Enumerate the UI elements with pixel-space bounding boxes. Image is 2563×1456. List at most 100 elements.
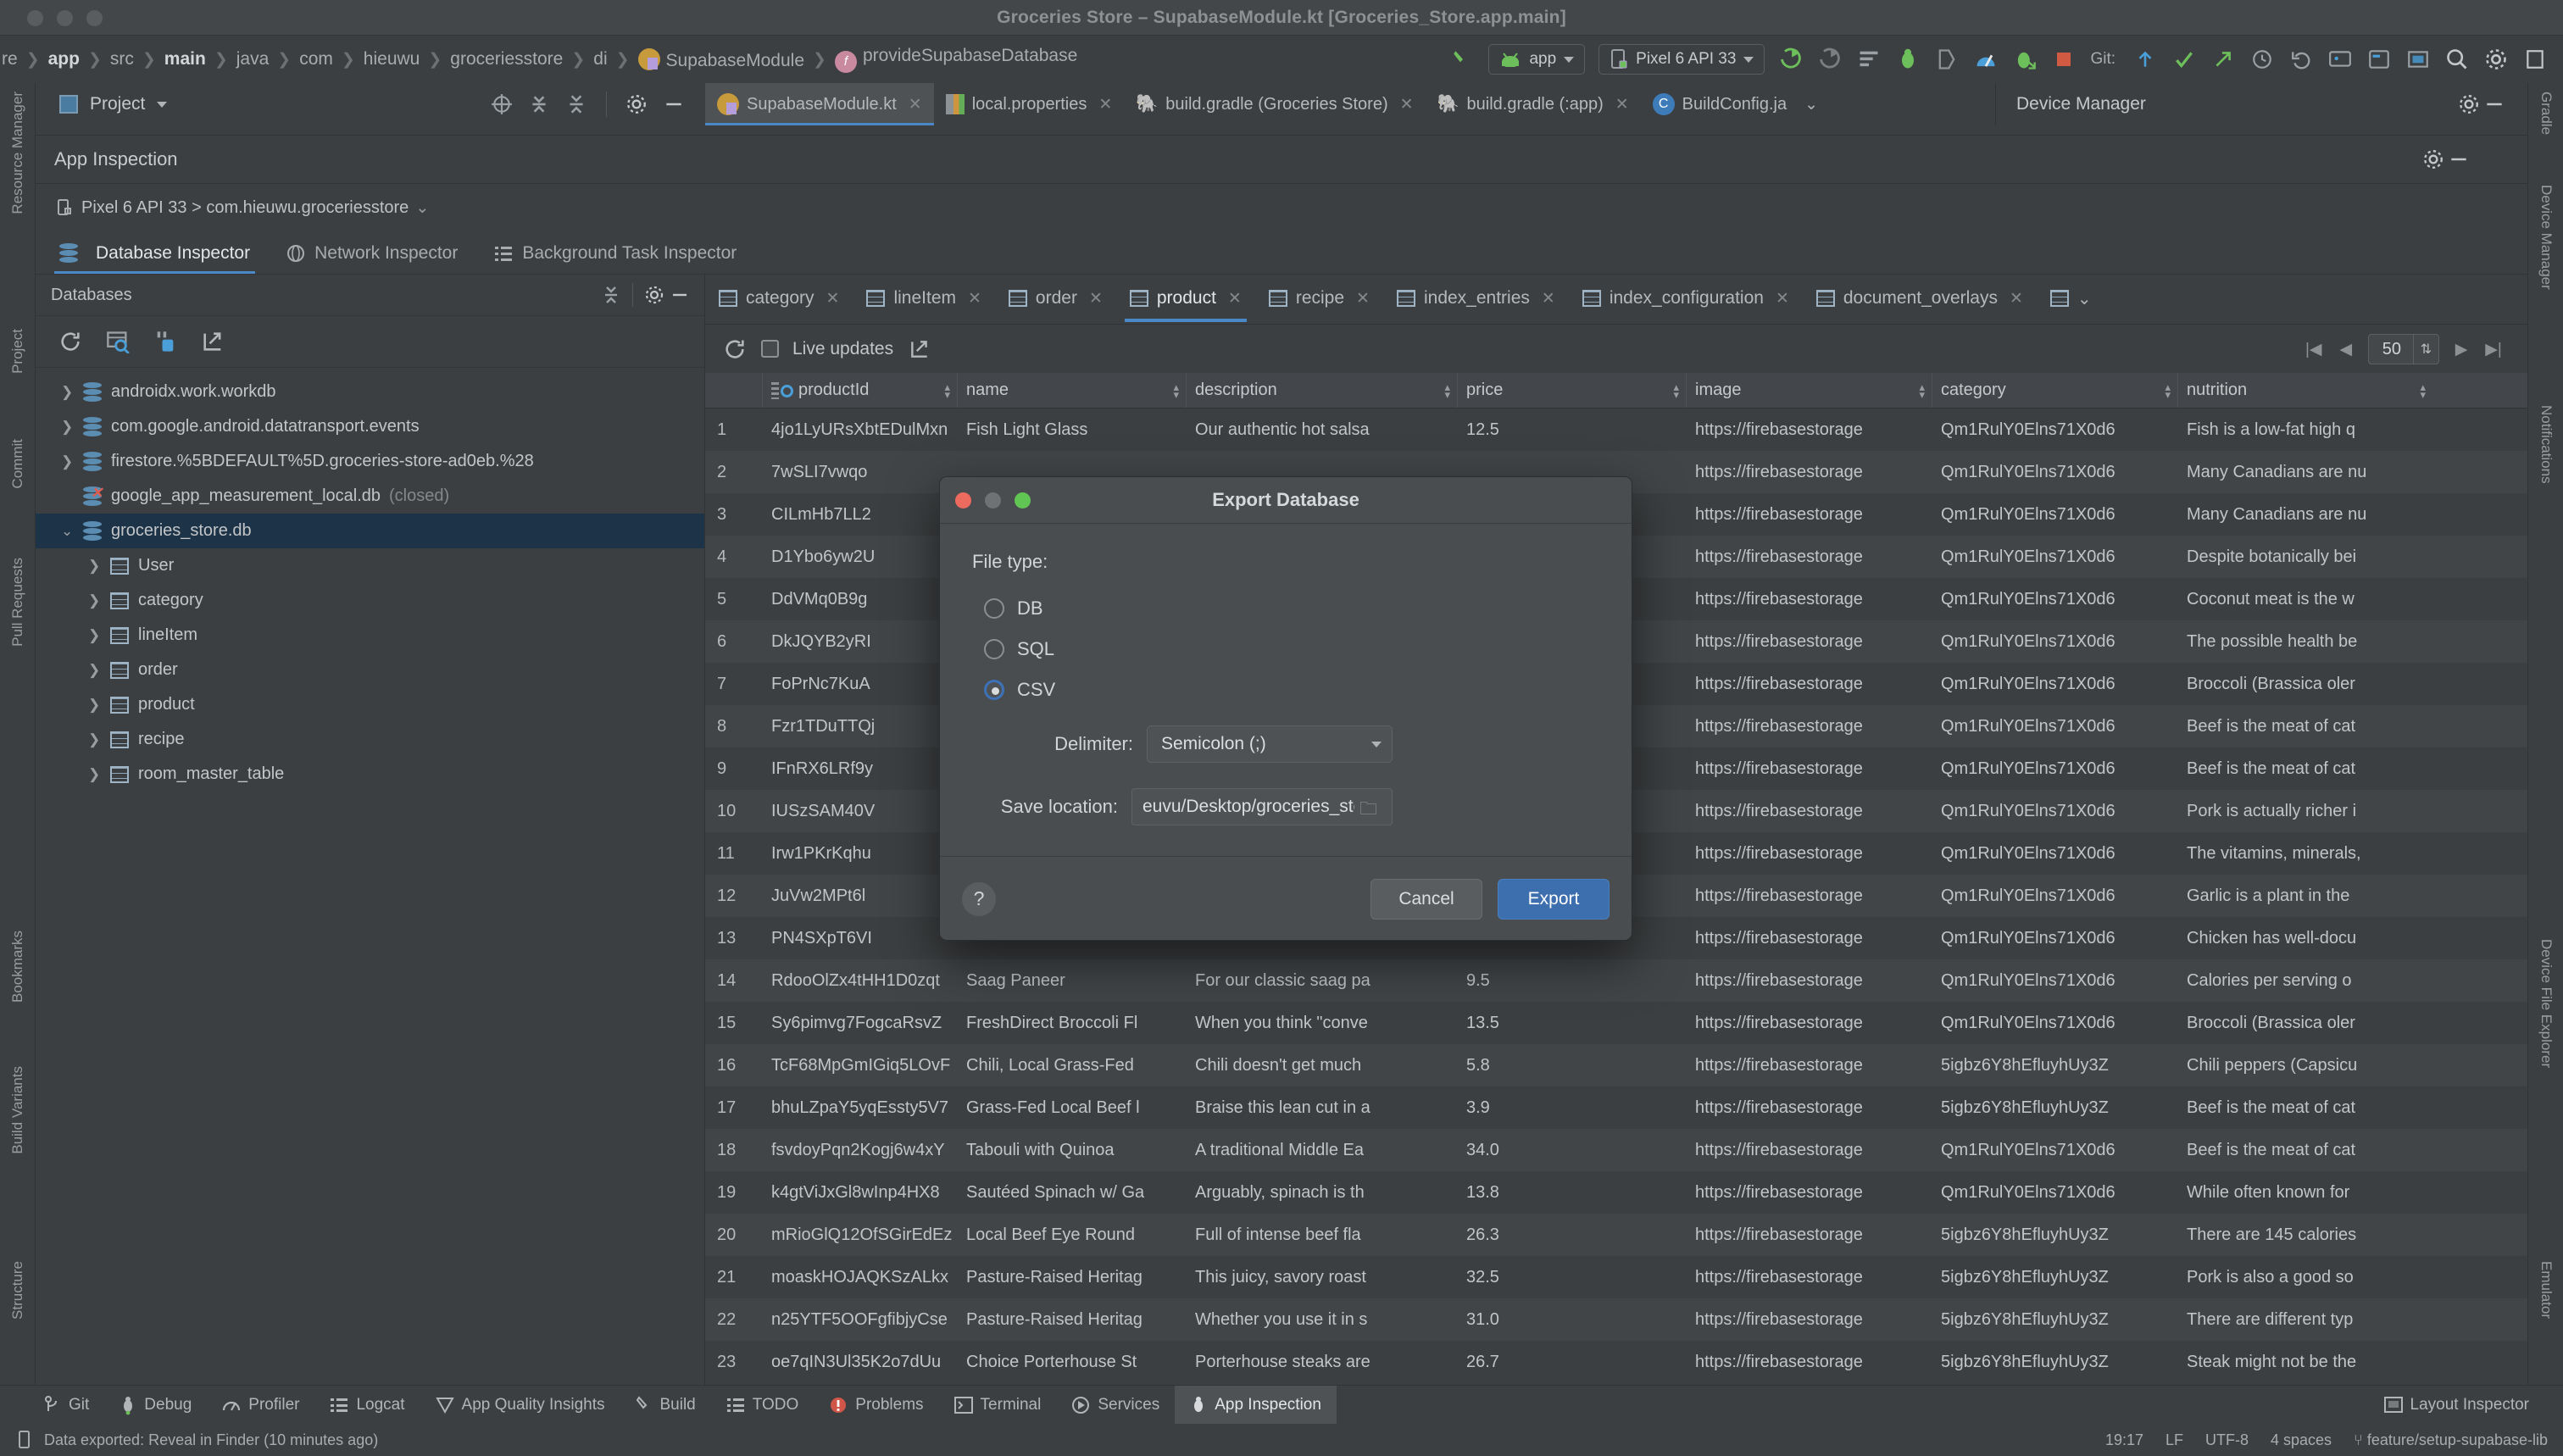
chevron-right-icon[interactable]: ❯ <box>88 731 110 748</box>
window-controls[interactable] <box>27 10 103 26</box>
history-icon[interactable] <box>2249 47 2275 72</box>
cell-image[interactable]: https://firebasestorage <box>1687 590 1932 609</box>
row-number[interactable]: 7 <box>705 675 763 694</box>
bottom-item-layout-inspector[interactable]: Layout Inspector <box>2369 1386 2544 1425</box>
close-icon[interactable]: ✕ <box>1542 289 1555 308</box>
debug-bug-icon[interactable] <box>1895 47 1921 72</box>
row-number[interactable]: 4 <box>705 547 763 567</box>
cell-image[interactable]: https://firebasestorage <box>1687 1183 1932 1203</box>
line-separator[interactable]: LF <box>2165 1431 2183 1449</box>
sort-icon[interactable]: ▴ ▾ <box>944 381 950 400</box>
breadcrumb-item-2[interactable]: src <box>108 49 136 69</box>
delimiter-select[interactable]: Semicolon (;) <box>1147 725 1393 763</box>
table-row[interactable]: 18 fsvdoyPqn2Kogj6w4xY Tabouli with Quinoa… <box>705 1129 2527 1171</box>
bottom-item-problems[interactable]: Problems <box>814 1386 938 1425</box>
cell-price[interactable]: 12.5 <box>1458 420 1687 440</box>
row-number[interactable]: 12 <box>705 886 763 906</box>
editor-tab-local-properties[interactable]: local.properties ✕ <box>934 83 1125 125</box>
cell-description[interactable]: This juicy, savory roast <box>1187 1268 1458 1287</box>
row-number[interactable]: 5 <box>705 590 763 609</box>
cell-category[interactable]: Qm1RulY0Elns71X0d6 <box>1932 759 2178 779</box>
table-tab-category[interactable]: category ✕ <box>705 275 853 322</box>
account-icon[interactable] <box>2522 47 2548 72</box>
cell-category[interactable]: Qm1RulY0Elns71X0d6 <box>1932 463 2178 482</box>
file-type-option-csv[interactable]: CSV <box>972 670 1599 710</box>
layout-inspector-icon[interactable] <box>2405 47 2431 72</box>
rail-item-project[interactable]: Project <box>9 329 26 374</box>
gear-icon[interactable] <box>2456 92 2482 117</box>
cell-category[interactable]: 5igbz6Y8hEfluyhUy3Z <box>1932 1098 2178 1118</box>
cell-name[interactable]: Saag Paneer <box>958 971 1187 991</box>
cell-category[interactable]: Qm1RulY0Elns71X0d6 <box>1932 420 2178 440</box>
cell-nutrition[interactable]: Broccoli (Brassica oler <box>2178 675 2432 694</box>
cell-image[interactable]: https://firebasestorage <box>1687 971 1932 991</box>
row-number[interactable]: 22 <box>705 1310 763 1330</box>
table-row[interactable]: 14 RdooOlZx4tHH1D0zqt Saag Paneer For our c… <box>705 959 2527 1002</box>
cell-productId[interactable]: Irw1PKrKqhu <box>763 844 958 864</box>
bottom-item-build[interactable]: Build <box>620 1386 711 1425</box>
cell-category[interactable]: Qm1RulY0Elns71X0d6 <box>1932 929 2178 948</box>
cell-name[interactable]: FreshDirect Broccoli Fl <box>958 1014 1187 1033</box>
cell-nutrition[interactable]: Chili peppers (Capsicu <box>2178 1056 2432 1075</box>
bottom-item-app-inspection[interactable]: App Inspection <box>1175 1385 1337 1425</box>
editor-tab-build-gradle-root[interactable]: 🐘 build.gradle (Groceries Store) ✕ <box>1124 83 1425 125</box>
cell-image[interactable]: https://firebasestorage <box>1687 1098 1932 1118</box>
table-tab-recipe[interactable]: recipe ✕ <box>1255 275 1383 322</box>
save-location-field[interactable]: euvu/Desktop/groceries_store_db.zip 🗀 <box>1131 788 1393 825</box>
close-icon[interactable]: ✕ <box>1098 95 1112 114</box>
sort-icon[interactable]: ▴ ▾ <box>1919 381 1925 400</box>
cell-description[interactable]: Porterhouse steaks are <box>1187 1353 1458 1372</box>
cell-productId[interactable]: RdooOlZx4tHH1D0zqt <box>763 971 958 991</box>
close-icon[interactable]: ✕ <box>1776 289 1789 308</box>
run-query-icon[interactable] <box>105 329 131 354</box>
file-type-option-db[interactable]: DB <box>972 588 1599 629</box>
cell-image[interactable]: https://firebasestorage <box>1687 1268 1932 1287</box>
sort-icon[interactable]: ▴ ▾ <box>1444 381 1450 400</box>
maximize-window-button[interactable] <box>86 10 103 26</box>
cell-description[interactable]: Braise this lean cut in a <box>1187 1098 1458 1118</box>
rail-item-device-manager[interactable]: Device Manager <box>2538 185 2555 290</box>
close-icon[interactable]: ✕ <box>1400 95 1414 114</box>
cell-name[interactable]: Sautéed Spinach w/ Ga <box>958 1183 1187 1203</box>
editor-tab-build-gradle-app[interactable]: 🐘 build.gradle (:app) ✕ <box>1426 83 1641 125</box>
cell-name[interactable]: Chili, Local Grass-Fed <box>958 1056 1187 1075</box>
cell-description[interactable]: Full of intense beef fla <box>1187 1225 1458 1245</box>
cell-nutrition[interactable]: Coconut meat is the w <box>2178 590 2432 609</box>
tab-database-inspector[interactable]: Database Inspector <box>54 243 256 274</box>
cell-category[interactable]: Qm1RulY0Elns71X0d6 <box>1932 886 2178 906</box>
chevron-right-icon[interactable]: ❯ <box>88 627 110 644</box>
status-message[interactable]: Data exported: Reveal in Finder (10 minu… <box>44 1431 378 1449</box>
table-row[interactable]: 17 bhuLZpaY5yqEssty5V7 Grass-Fed Local Bee… <box>705 1086 2527 1129</box>
prev-page-button[interactable]: ◀ <box>2336 340 2356 359</box>
sort-icon[interactable]: ▴ ▾ <box>1673 381 1679 400</box>
gear-icon[interactable] <box>624 92 649 117</box>
cell-category[interactable]: Qm1RulY0Elns71X0d6 <box>1932 547 2178 567</box>
cell-nutrition[interactable]: Beef is the meat of cat <box>2178 759 2432 779</box>
cell-nutrition[interactable]: Pork is also a good so <box>2178 1268 2432 1287</box>
table-tab-index-configuration[interactable]: index_configuration ✕ <box>1569 275 1803 322</box>
editor-tab-supabasemodule[interactable]: SupabaseModule.kt ✕ <box>705 83 934 125</box>
chevron-right-icon[interactable]: ❯ <box>88 697 110 714</box>
cell-productId[interactable]: IFnRX6LRf9y <box>763 759 958 779</box>
bottom-item-git[interactable]: Git <box>29 1386 104 1425</box>
cell-category[interactable]: 5igbz6Y8hEfluyhUy3Z <box>1932 1353 2178 1372</box>
cell-nutrition[interactable]: The possible health be <box>2178 632 2432 652</box>
cell-description[interactable]: For our classic saag pa <box>1187 971 1458 991</box>
cell-price[interactable]: 32.5 <box>1458 1268 1687 1287</box>
bottom-item-todo[interactable]: TODO <box>711 1386 814 1425</box>
cell-name[interactable]: Grass-Fed Local Beef l <box>958 1098 1187 1118</box>
cell-nutrition[interactable]: Beef is the meat of cat <box>2178 1141 2432 1160</box>
table-tab-overflow[interactable]: ⌄ <box>2037 275 2105 322</box>
cell-image[interactable]: https://firebasestorage <box>1687 929 1932 948</box>
cell-nutrition[interactable]: Garlic is a plant in the <box>2178 886 2432 906</box>
gear-icon[interactable] <box>2421 147 2446 172</box>
export-database-icon[interactable] <box>200 329 225 354</box>
cell-name[interactable]: Tabouli with Quinoa <box>958 1141 1187 1160</box>
apply-changes-icon[interactable] <box>1817 47 1843 72</box>
row-number[interactable]: 23 <box>705 1353 763 1372</box>
table-row[interactable]: 23 oe7qIN3Ul35K2o7dUu Choice Porterhouse S… <box>705 1341 2527 1383</box>
row-number[interactable]: 16 <box>705 1056 763 1075</box>
first-page-button[interactable]: |◀ <box>2304 340 2324 359</box>
page-size-selector[interactable]: 50 ⇅ <box>2367 334 2439 364</box>
bottom-item-app-quality-insights[interactable]: App Quality Insights <box>420 1386 620 1425</box>
